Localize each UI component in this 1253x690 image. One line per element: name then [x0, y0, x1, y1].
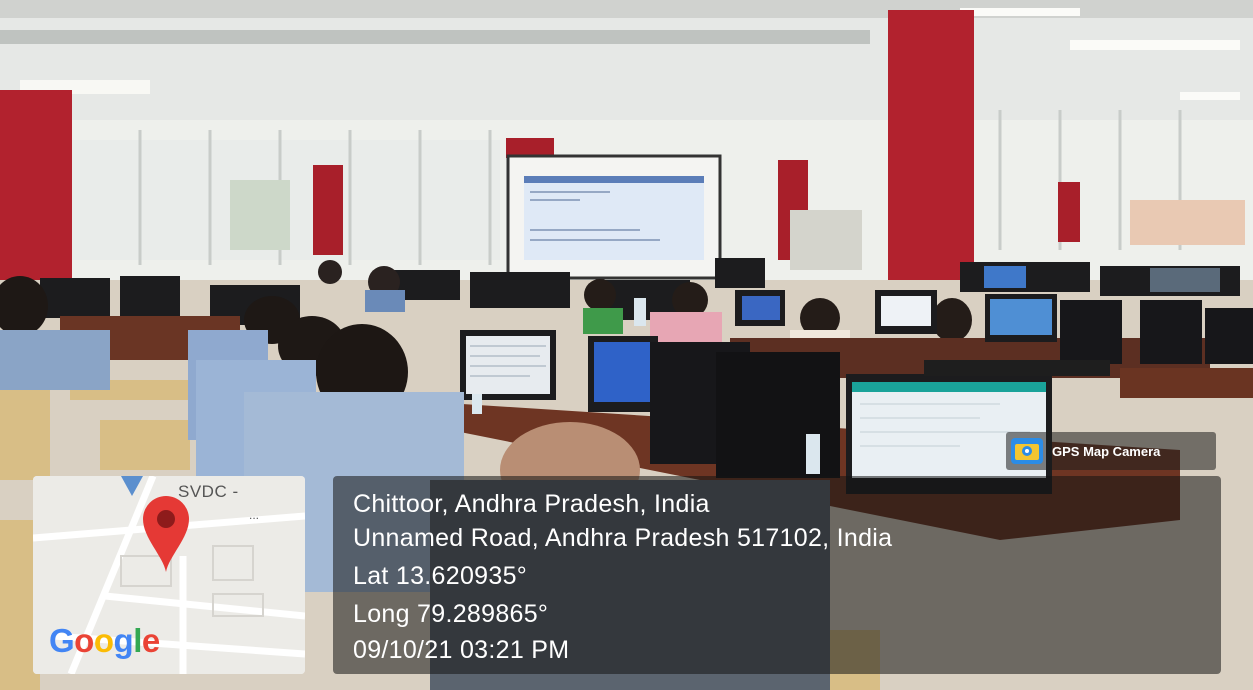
longitude-line: Long 79.289865° — [353, 600, 549, 628]
gps-map-camera-badge: GPS Map Camera — [1006, 432, 1216, 470]
map-thumbnail: SVDC - ... Google — [33, 476, 305, 674]
datetime-line: 09/10/21 03:21 PM — [353, 636, 570, 664]
city-line: Chittoor, Andhra Pradesh, India — [353, 490, 710, 518]
photo-scene: GPS Map Camera SVDC - ... Google Chittoo… — [0, 0, 1253, 690]
latitude-line: Lat 13.620935° — [353, 562, 528, 590]
location-info-overlay: Chittoor, Andhra Pradesh, India Unnamed … — [333, 476, 1221, 674]
address-line: Unnamed Road, Andhra Pradesh 517102, Ind… — [353, 524, 893, 552]
map-place-ellipsis: ... — [249, 508, 260, 522]
gps-map-camera-label: GPS Map Camera — [1052, 443, 1161, 459]
google-logo: Google — [49, 622, 160, 659]
map-pin-icon — [143, 496, 189, 572]
gps-map-camera-logo-icon — [1011, 438, 1043, 464]
